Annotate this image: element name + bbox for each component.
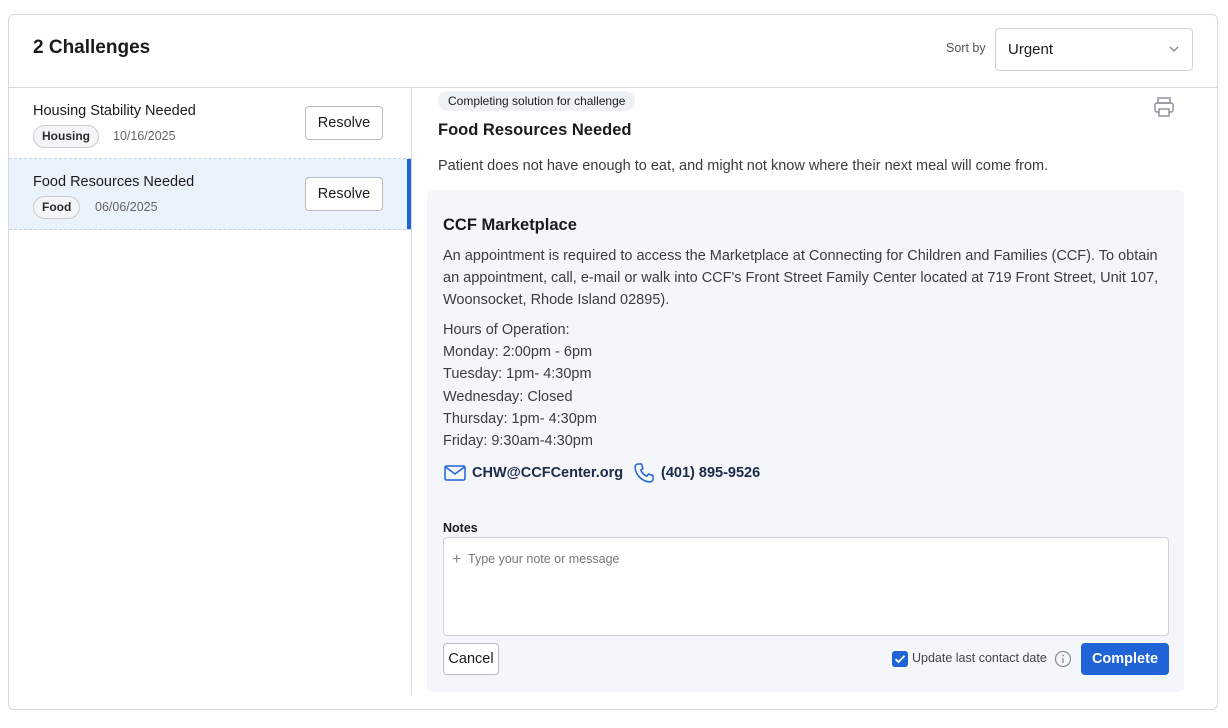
checkmark-icon [894,655,906,664]
resolve-button[interactable]: Resolve [305,177,383,211]
complete-button[interactable]: Complete [1081,643,1169,675]
print-icon[interactable] [1152,95,1176,119]
challenge-date: 10/16/2025 [113,129,176,143]
hours-line: Wednesday: Closed [443,388,573,405]
email-link[interactable]: CHW@CCFCenter.org [444,461,623,485]
checkbox-label: Update last contact date [912,651,1047,665]
challenge-list: Housing Stability Needed Housing 10/16/2… [9,88,412,695]
challenge-detail-title: Food Resources Needed [438,121,632,139]
challenge-title: Food Resources Needed [33,174,195,190]
resource-card: CCF Marketplace An appointment is requir… [427,190,1184,692]
mail-icon [444,465,466,481]
hours-line: Friday: 9:30am-4:30pm [443,433,593,450]
challenge-description: Patient does not have enough to eat, and… [438,158,1049,174]
notes-input[interactable] [468,548,1158,570]
phone-link[interactable]: (401) 895-9526 [633,461,760,485]
status-badge: Completing solution for challenge [438,91,636,111]
sort-select[interactable]: Urgent [995,28,1193,71]
resource-description: An appointment is required to access the… [443,248,1159,308]
phone-number: (401) 895-9526 [661,465,761,481]
notes-field[interactable]: + [443,537,1169,636]
challenge-title: Housing Stability Needed [33,103,196,119]
chevron-down-icon [1169,46,1179,52]
category-tag: Housing [33,125,99,148]
info-icon[interactable] [1054,650,1072,668]
category-tag: Food [33,196,81,219]
sort-value: Urgent [1008,41,1054,58]
notes-label: Notes [443,521,478,535]
phone-icon [634,463,654,483]
hours-line: Tuesday: 1pm- 4:30pm [443,366,592,383]
panel-header: 2 Challenges Sort by Urgent [9,15,1217,88]
challenge-item-housing[interactable]: Housing Stability Needed Housing 10/16/2… [9,88,411,159]
sort-label: Sort by [946,41,986,55]
hours-line: Thursday: 1pm- 4:30pm [443,410,597,427]
resource-name: CCF Marketplace [443,216,577,234]
selected-indicator [407,159,411,229]
resolve-button[interactable]: Resolve [305,106,383,140]
plus-icon[interactable]: + [452,551,461,569]
cancel-button[interactable]: Cancel [443,643,499,675]
page-title: 2 Challenges [33,37,151,58]
hours-of-operation: Hours of Operation: Monday: 2:00pm - 6pm… [443,319,597,452]
challenge-date: 06/06/2025 [95,200,158,214]
challenge-item-food[interactable]: Food Resources Needed Food 06/06/2025 Re… [9,159,411,230]
update-contact-checkbox[interactable] [892,651,908,667]
hours-line: Monday: 2:00pm - 6pm [443,344,593,361]
email-address: CHW@CCFCenter.org [472,465,624,481]
hours-line: Hours of Operation: [443,322,570,338]
